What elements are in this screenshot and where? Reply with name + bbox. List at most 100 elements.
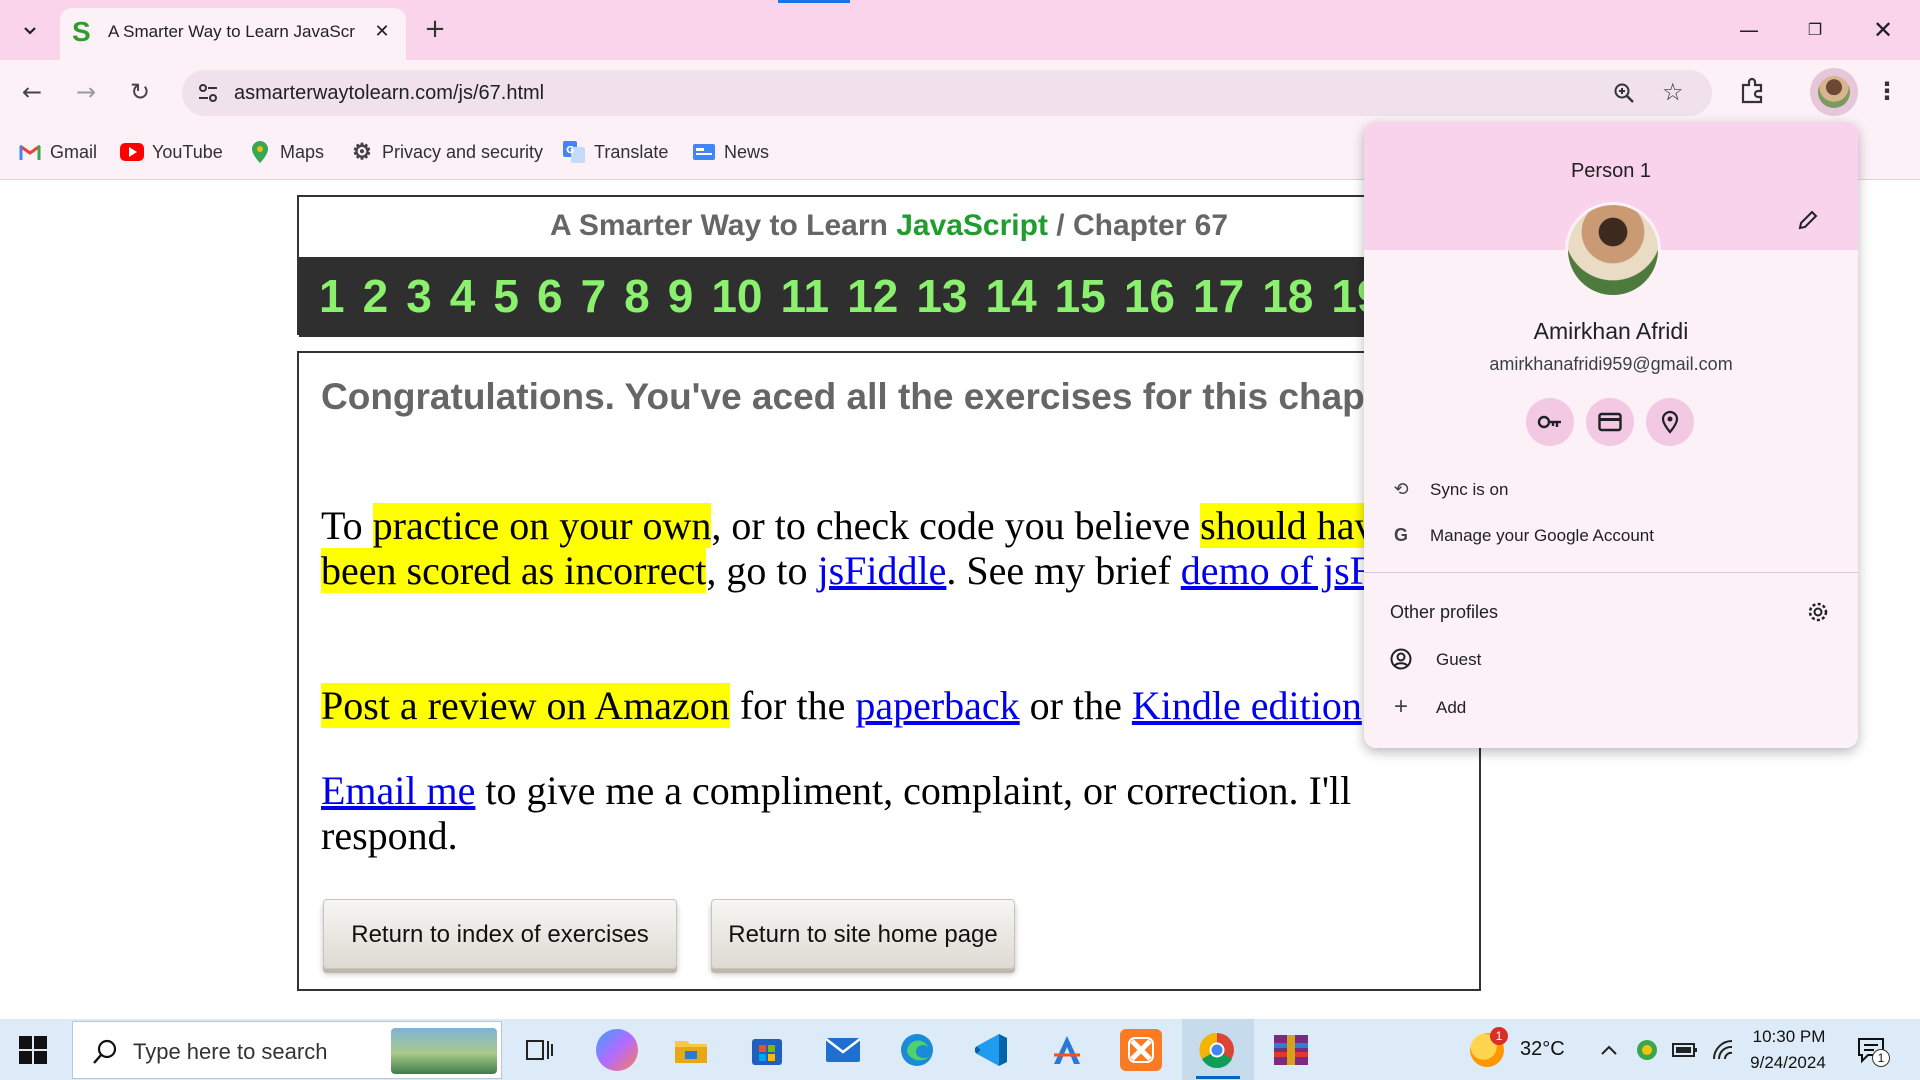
bookmark-label: News xyxy=(724,141,770,162)
paperback-link[interactable]: paperback xyxy=(855,683,1019,728)
chapter-link-10[interactable]: 10 xyxy=(711,269,762,323)
address-bar[interactable]: asmarterwaytolearn.com/js/67.html ☆ xyxy=(182,70,1712,116)
zoom-icon[interactable] xyxy=(1612,81,1636,105)
gmail-icon xyxy=(18,140,42,164)
credit-card-icon xyxy=(1598,412,1622,432)
add-label: Add xyxy=(1436,698,1467,717)
chapter-link-17[interactable]: 17 xyxy=(1193,269,1244,323)
window-close-button[interactable]: ✕ xyxy=(1858,10,1908,50)
return-to-index-button[interactable]: Return to index of exercises xyxy=(323,899,677,969)
passwords-button[interactable] xyxy=(1526,398,1574,446)
guest-profile-item[interactable]: Guest xyxy=(1364,638,1858,682)
wifi-icon[interactable] xyxy=(1710,1037,1736,1063)
temperature[interactable]: 32°C xyxy=(1520,1038,1565,1061)
chrome-icon[interactable] xyxy=(1196,1029,1238,1071)
url-text[interactable]: asmarterwaytolearn.com/js/67.html xyxy=(234,82,544,105)
payment-methods-button[interactable] xyxy=(1586,398,1634,446)
winrar-icon[interactable] xyxy=(1270,1029,1312,1071)
tab-search-button[interactable] xyxy=(10,12,50,48)
bookmark-maps[interactable]: Maps xyxy=(248,138,324,166)
add-profile-item[interactable]: + Add xyxy=(1364,686,1858,730)
chapter-link-6[interactable]: 6 xyxy=(537,269,563,323)
back-button[interactable]: ← xyxy=(14,74,50,110)
text: or the xyxy=(1019,683,1132,728)
divider xyxy=(1364,572,1858,573)
sync-icon: ⟲ xyxy=(1393,478,1409,499)
chapter-link-18[interactable]: 18 xyxy=(1262,269,1313,323)
app-a-icon[interactable] xyxy=(1046,1029,1088,1071)
addresses-button[interactable] xyxy=(1646,398,1694,446)
chapter-link-11[interactable]: 11 xyxy=(781,269,830,323)
plus-icon: + xyxy=(1393,693,1408,720)
text: to give me a compliment, complaint, or c… xyxy=(321,768,1352,858)
extensions-puzzle-icon[interactable] xyxy=(1738,76,1768,106)
account-circle-icon xyxy=(1390,648,1412,670)
profile-email: amirkhanafridi959@gmail.com xyxy=(1489,354,1733,374)
news-icon xyxy=(692,140,716,164)
jsfiddle-link[interactable]: jsFiddle xyxy=(817,548,946,593)
new-tab-button[interactable]: + xyxy=(418,14,452,48)
search-highlight-image xyxy=(391,1028,497,1074)
windows-start-icon[interactable] xyxy=(18,1035,48,1065)
weather-notification-badge: 1 xyxy=(1490,1027,1508,1045)
microsoft-store-icon[interactable] xyxy=(746,1029,788,1071)
highlighted-text: Post a review on Amazon xyxy=(321,683,730,728)
manage-account-item[interactable]: G Manage your Google Account xyxy=(1364,514,1858,558)
taskbar-search-box[interactable]: Type here to search xyxy=(72,1021,502,1079)
forward-button[interactable]: → xyxy=(68,74,104,110)
browser-tab[interactable]: S A Smarter Way to Learn JavaScr ✕ xyxy=(60,8,406,60)
copilot-icon[interactable] xyxy=(596,1029,638,1071)
bookmark-star-icon[interactable]: ☆ xyxy=(1662,78,1684,106)
profile-button[interactable] xyxy=(1810,68,1858,116)
xampp-icon[interactable] xyxy=(1120,1029,1162,1071)
bookmark-label: YouTube xyxy=(152,141,223,162)
chapter-link-3[interactable]: 3 xyxy=(406,269,432,323)
chapter-link-14[interactable]: 14 xyxy=(986,269,1037,323)
return-to-home-button[interactable]: Return to site home page xyxy=(711,899,1015,969)
chapter-header: A Smarter Way to Learn JavaScript / Chap… xyxy=(297,195,1481,337)
bookmark-gmail[interactable]: Gmail xyxy=(18,138,97,166)
bookmark-translate[interactable]: G Translate xyxy=(562,138,668,166)
chapter-link-2[interactable]: 2 xyxy=(363,269,389,323)
chapter-link-1[interactable]: 1 xyxy=(319,269,345,323)
kindle-edition-link[interactable]: Kindle edition xyxy=(1132,683,1362,728)
profile-person-label: Person 1 xyxy=(1570,160,1652,182)
window-restore-button[interactable]: ❐ xyxy=(1790,10,1840,50)
window-minimize-button[interactable]: — xyxy=(1724,10,1774,50)
page-title: A Smarter Way to Learn JavaScript / Chap… xyxy=(299,209,1479,243)
site-info-icon[interactable] xyxy=(196,81,220,105)
vs-code-icon[interactable] xyxy=(970,1029,1012,1071)
loading-indicator xyxy=(778,0,850,3)
reload-button[interactable]: ↻ xyxy=(122,74,158,110)
chapter-link-4[interactable]: 4 xyxy=(450,269,476,323)
edit-pencil-icon[interactable] xyxy=(1796,208,1820,232)
task-view-icon[interactable] xyxy=(518,1029,560,1071)
chevron-up-icon[interactable] xyxy=(1596,1037,1622,1063)
edge-icon[interactable] xyxy=(896,1029,938,1071)
chapter-link-5[interactable]: 5 xyxy=(493,269,519,323)
chapter-link-16[interactable]: 16 xyxy=(1124,269,1175,323)
tab-close-icon[interactable]: ✕ xyxy=(370,20,394,44)
bookmark-privacy-security[interactable]: ⚙ Privacy and security xyxy=(350,138,543,166)
congratulations-heading: Congratulations. You've aced all the exe… xyxy=(321,376,1421,417)
tray-app-icon[interactable] xyxy=(1634,1037,1660,1063)
bookmark-news[interactable]: News xyxy=(692,138,769,166)
gear-icon[interactable] xyxy=(1806,600,1830,624)
battery-icon[interactable] xyxy=(1672,1037,1698,1063)
clock-date[interactable]: 9/24/2024 xyxy=(1740,1053,1836,1073)
chapter-link-13[interactable]: 13 xyxy=(916,269,967,323)
email-me-link[interactable]: Email me xyxy=(321,768,475,813)
sync-status-item[interactable]: ⟲ Sync is on xyxy=(1364,468,1858,512)
chapter-link-7[interactable]: 7 xyxy=(581,269,607,323)
clock-time[interactable]: 10:30 PM xyxy=(1744,1027,1834,1047)
chapter-link-8[interactable]: 8 xyxy=(624,269,650,323)
more-menu-icon[interactable]: ⋮ xyxy=(1874,76,1900,106)
active-app-indicator xyxy=(1196,1076,1240,1079)
chapter-link-9[interactable]: 9 xyxy=(668,269,694,323)
chapter-link-12[interactable]: 12 xyxy=(847,269,898,323)
maps-icon xyxy=(248,140,272,164)
file-explorer-icon[interactable] xyxy=(670,1029,712,1071)
chapter-link-15[interactable]: 15 xyxy=(1055,269,1106,323)
bookmark-youtube[interactable]: YouTube xyxy=(120,138,223,166)
mail-icon[interactable] xyxy=(822,1029,864,1071)
